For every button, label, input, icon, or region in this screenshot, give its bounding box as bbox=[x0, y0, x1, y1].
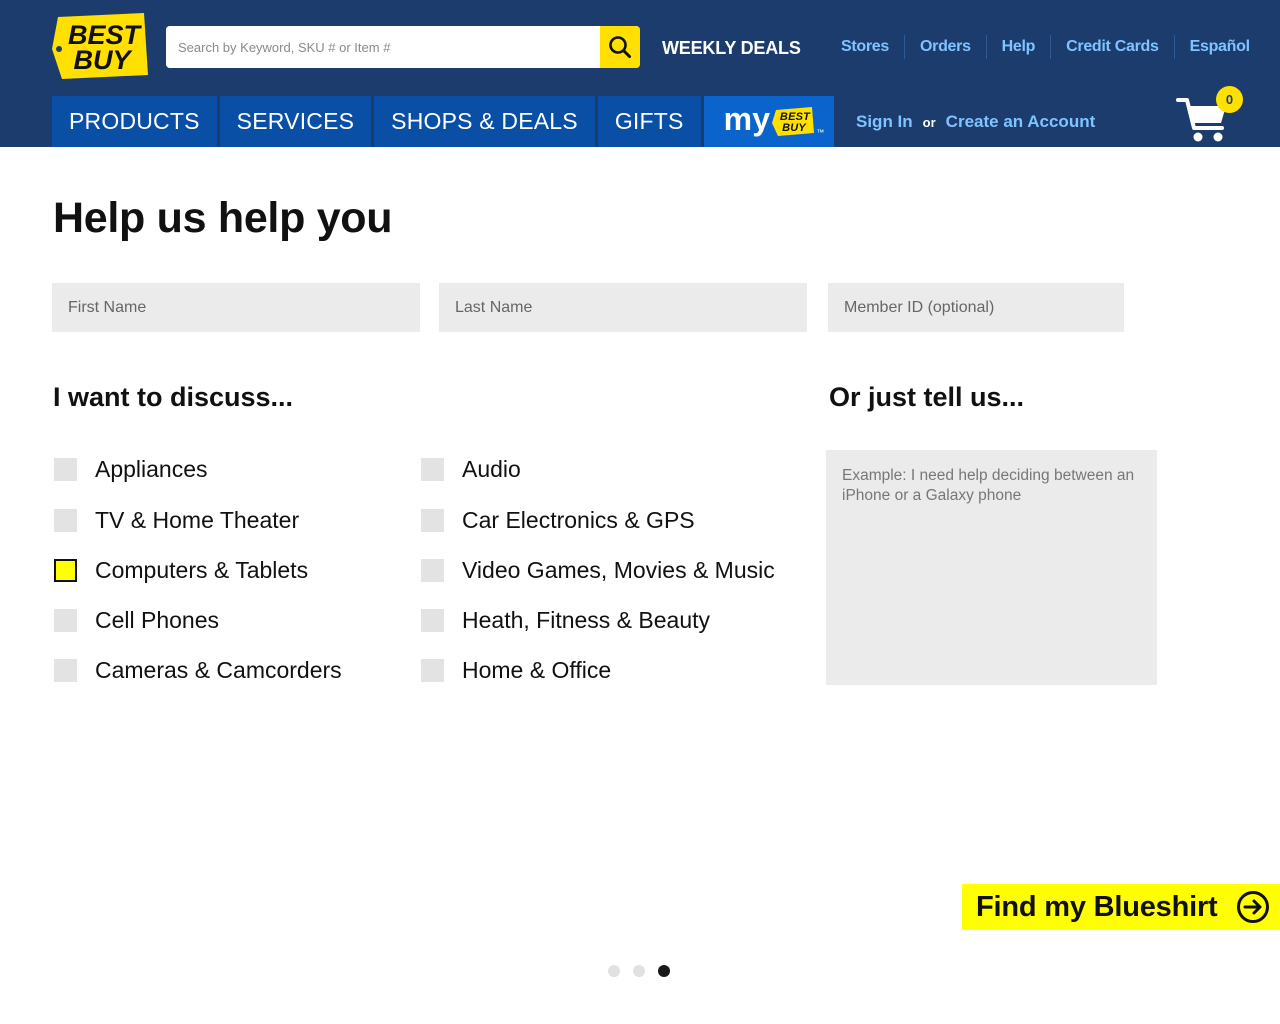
trademark: ™ bbox=[816, 128, 825, 137]
topic-label: Home & Office bbox=[462, 657, 612, 683]
topic-cell-phones[interactable]: Cell Phones bbox=[54, 607, 219, 634]
topic-home-office[interactable]: Home & Office bbox=[421, 657, 611, 684]
topic-cameras-camcorders[interactable]: Cameras & Camcorders bbox=[54, 657, 342, 684]
create-account-link[interactable]: Create an Account bbox=[946, 112, 1096, 132]
badge-line-2: BUY bbox=[782, 122, 807, 134]
my-best-buy-badge-icon: BEST BUY bbox=[772, 106, 815, 136]
page-dot-2[interactable] bbox=[633, 965, 645, 977]
checkbox-cell-phones[interactable] bbox=[54, 609, 77, 632]
help-link[interactable]: Help bbox=[985, 35, 1050, 59]
nav-tab-shops-deals[interactable]: SHOPS & DEALS bbox=[374, 96, 595, 147]
checkbox-appliances[interactable] bbox=[54, 458, 77, 481]
nav-tab-products[interactable]: PRODUCTS bbox=[52, 96, 217, 147]
topic-health-fitness-beauty[interactable]: Heath, Fitness & Beauty bbox=[421, 607, 710, 634]
topic-video-games-movies-music[interactable]: Video Games, Movies & Music bbox=[421, 557, 775, 584]
search-input[interactable] bbox=[166, 26, 600, 68]
my-word: my bbox=[723, 100, 771, 137]
search-bar bbox=[166, 26, 640, 68]
topic-computers-tablets[interactable]: Computers & Tablets bbox=[54, 557, 308, 584]
account-links: Sign In or Create an Account bbox=[856, 112, 1095, 132]
topic-label: Computers & Tablets bbox=[95, 557, 309, 583]
or-text: or bbox=[922, 115, 936, 130]
tell-us-heading: Or just tell us... bbox=[829, 382, 1025, 412]
site-header: BEST BUY WEEKLY DEALS Stores Orders Help… bbox=[0, 0, 1280, 147]
page-dot-1[interactable] bbox=[608, 965, 620, 977]
checkbox-tv-home-theater[interactable] bbox=[54, 509, 77, 532]
sign-in-link[interactable]: Sign In bbox=[856, 112, 913, 132]
page-dot-3[interactable] bbox=[658, 965, 670, 977]
pagination-dots bbox=[608, 965, 683, 977]
utility-links: Stores Orders Help Credit Cards Español bbox=[826, 35, 1265, 59]
checkbox-audio[interactable] bbox=[421, 458, 444, 481]
credit-cards-link[interactable]: Credit Cards bbox=[1050, 35, 1173, 59]
topic-label: Appliances bbox=[95, 456, 208, 482]
search-icon bbox=[609, 36, 631, 58]
topic-appliances[interactable]: Appliances bbox=[54, 456, 208, 483]
first-name-input[interactable] bbox=[52, 283, 420, 332]
orders-link[interactable]: Orders bbox=[904, 35, 986, 59]
cta-label: Find my Blueshirt bbox=[976, 890, 1218, 923]
member-id-input[interactable] bbox=[828, 283, 1124, 332]
topic-label: Car Electronics & GPS bbox=[462, 507, 695, 533]
main-nav: PRODUCTS SERVICES SHOPS & DEALS GIFTS my… bbox=[52, 96, 837, 147]
checkbox-cameras-camcorders[interactable] bbox=[54, 659, 77, 682]
search-button[interactable] bbox=[600, 26, 640, 68]
checkbox-car-electronics-gps[interactable] bbox=[421, 509, 444, 532]
nav-tab-services[interactable]: SERVICES bbox=[219, 96, 372, 147]
topic-label: TV & Home Theater bbox=[95, 507, 300, 533]
checkbox-health-fitness-beauty[interactable] bbox=[421, 609, 444, 632]
topic-label: Cell Phones bbox=[95, 607, 220, 633]
discuss-heading: I want to discuss... bbox=[53, 382, 294, 412]
topic-tv-home-theater[interactable]: TV & Home Theater bbox=[54, 507, 299, 534]
topic-audio[interactable]: Audio bbox=[421, 456, 521, 483]
find-my-blueshirt-button[interactable]: Find my Blueshirt bbox=[962, 884, 1280, 930]
weekly-deals-link[interactable]: WEEKLY DEALS bbox=[662, 38, 801, 59]
tell-us-textarea[interactable] bbox=[826, 450, 1157, 685]
logo-tag-icon: BEST BUY bbox=[52, 13, 148, 79]
page-title: Help us help you bbox=[53, 194, 393, 242]
nav-tab-my-best-buy[interactable]: my BEST BUY ™ bbox=[703, 96, 835, 147]
topic-label: Video Games, Movies & Music bbox=[462, 557, 775, 583]
logo-line-2: BUY bbox=[73, 45, 133, 75]
arrow-right-circle-icon bbox=[1237, 891, 1269, 923]
checkbox-computers-tablets[interactable] bbox=[54, 559, 77, 582]
espanol-link[interactable]: Español bbox=[1173, 35, 1265, 59]
checkbox-home-office[interactable] bbox=[421, 659, 444, 682]
topic-label: Cameras & Camcorders bbox=[95, 657, 342, 683]
topic-label: Heath, Fitness & Beauty bbox=[462, 607, 711, 633]
cart-count-badge: 0 bbox=[1216, 86, 1243, 113]
topic-car-electronics-gps[interactable]: Car Electronics & GPS bbox=[421, 507, 695, 534]
last-name-input[interactable] bbox=[439, 283, 807, 332]
cart-button[interactable]: 0 bbox=[1176, 84, 1246, 144]
best-buy-logo[interactable]: BEST BUY bbox=[52, 13, 148, 79]
stores-link[interactable]: Stores bbox=[826, 35, 904, 59]
checkbox-video-games-movies-music[interactable] bbox=[421, 559, 444, 582]
topic-label: Audio bbox=[462, 456, 521, 482]
nav-tab-gifts[interactable]: GIFTS bbox=[597, 96, 701, 147]
